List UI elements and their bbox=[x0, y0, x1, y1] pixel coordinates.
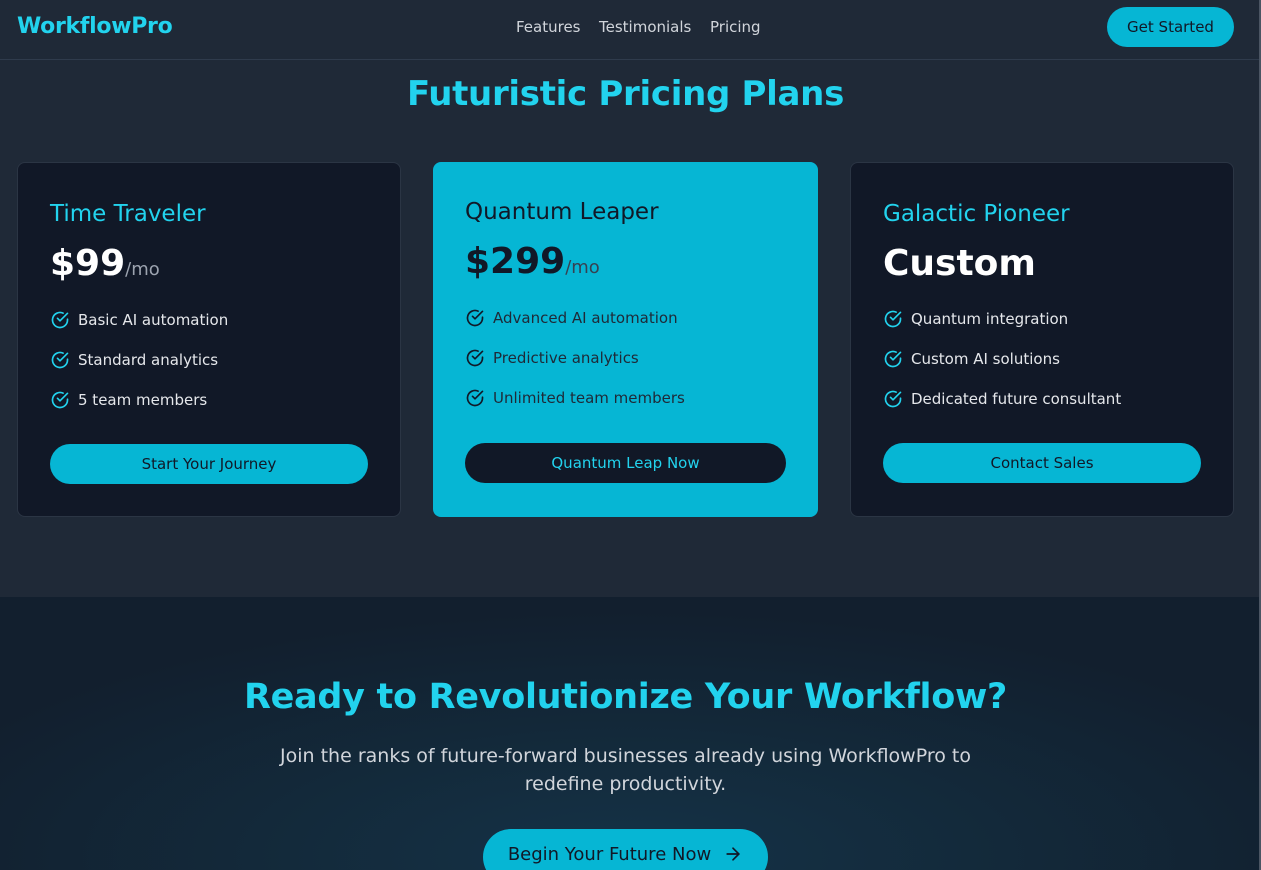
check-circle-icon bbox=[51, 351, 69, 369]
check-circle-icon bbox=[51, 311, 69, 329]
start-your-journey-button[interactable]: Start Your Journey bbox=[50, 444, 368, 484]
plan-name: Time Traveler bbox=[50, 201, 206, 227]
feature-label: Dedicated future consultant bbox=[911, 390, 1122, 408]
begin-your-future-now-button[interactable]: Begin Your Future Now bbox=[483, 829, 768, 870]
feature-label: Standard analytics bbox=[78, 351, 219, 369]
plan-price: Custom bbox=[883, 243, 1036, 284]
feature-label: Advanced AI automation bbox=[493, 309, 678, 327]
plan-name: Galactic Pioneer bbox=[883, 201, 1070, 227]
nav-link-testimonials[interactable]: Testimonials bbox=[599, 18, 691, 36]
price-period: /mo bbox=[565, 257, 600, 278]
price-amount: Custom bbox=[883, 243, 1036, 284]
check-circle-icon bbox=[466, 349, 484, 367]
feature-label: Basic AI automation bbox=[78, 311, 229, 329]
nav-links: Features Testimonials Pricing bbox=[0, 18, 1259, 38]
feature-label: Quantum integration bbox=[911, 310, 1069, 328]
cta-text: Join the ranks of future-forward busines… bbox=[280, 745, 971, 795]
feature-label: Custom AI solutions bbox=[911, 350, 1060, 368]
price-amount: $299 bbox=[465, 241, 566, 282]
plan-price: $99/mo bbox=[50, 243, 160, 284]
cta-button-label: Begin Your Future Now bbox=[507, 843, 712, 865]
check-circle-icon bbox=[466, 389, 484, 407]
pricing-card-time-traveler: Time Traveler $99/mo Basic AI automation… bbox=[17, 162, 401, 517]
pricing-card-quantum-leaper: Quantum Leaper $299/mo Advanced AI autom… bbox=[433, 162, 818, 517]
navbar: WorkflowPro Features Testimonials Pricin… bbox=[0, 0, 1259, 60]
contact-sales-button[interactable]: Contact Sales bbox=[883, 443, 1201, 483]
price-period: /mo bbox=[125, 259, 160, 280]
check-circle-icon bbox=[884, 390, 902, 408]
check-circle-icon bbox=[884, 350, 902, 368]
check-circle-icon bbox=[466, 309, 484, 327]
quantum-leap-now-button[interactable]: Quantum Leap Now bbox=[465, 443, 786, 483]
arrow-right-icon bbox=[726, 847, 740, 861]
plan-price: $299/mo bbox=[465, 241, 600, 282]
pricing-title: Futuristic Pricing Plans bbox=[406, 74, 845, 114]
nav-link-features[interactable]: Features bbox=[516, 18, 581, 36]
plan-name: Quantum Leaper bbox=[465, 199, 659, 225]
get-started-button[interactable]: Get Started bbox=[1107, 7, 1234, 47]
feature-label: Unlimited team members bbox=[493, 389, 685, 407]
price-amount: $99 bbox=[50, 243, 126, 284]
cta-title: Ready to Revolutionize Your Workflow? bbox=[243, 677, 1008, 717]
feature-label: 5 team members bbox=[78, 391, 208, 409]
nav-link-pricing[interactable]: Pricing bbox=[710, 18, 761, 36]
check-circle-icon bbox=[884, 310, 902, 328]
cta-section: Ready to Revolutionize Your Workflow? Jo… bbox=[0, 597, 1259, 870]
pricing-card-galactic-pioneer: Galactic Pioneer Custom Quantum integrat… bbox=[850, 162, 1234, 517]
feature-label: Predictive analytics bbox=[493, 349, 639, 367]
check-circle-icon bbox=[51, 391, 69, 409]
